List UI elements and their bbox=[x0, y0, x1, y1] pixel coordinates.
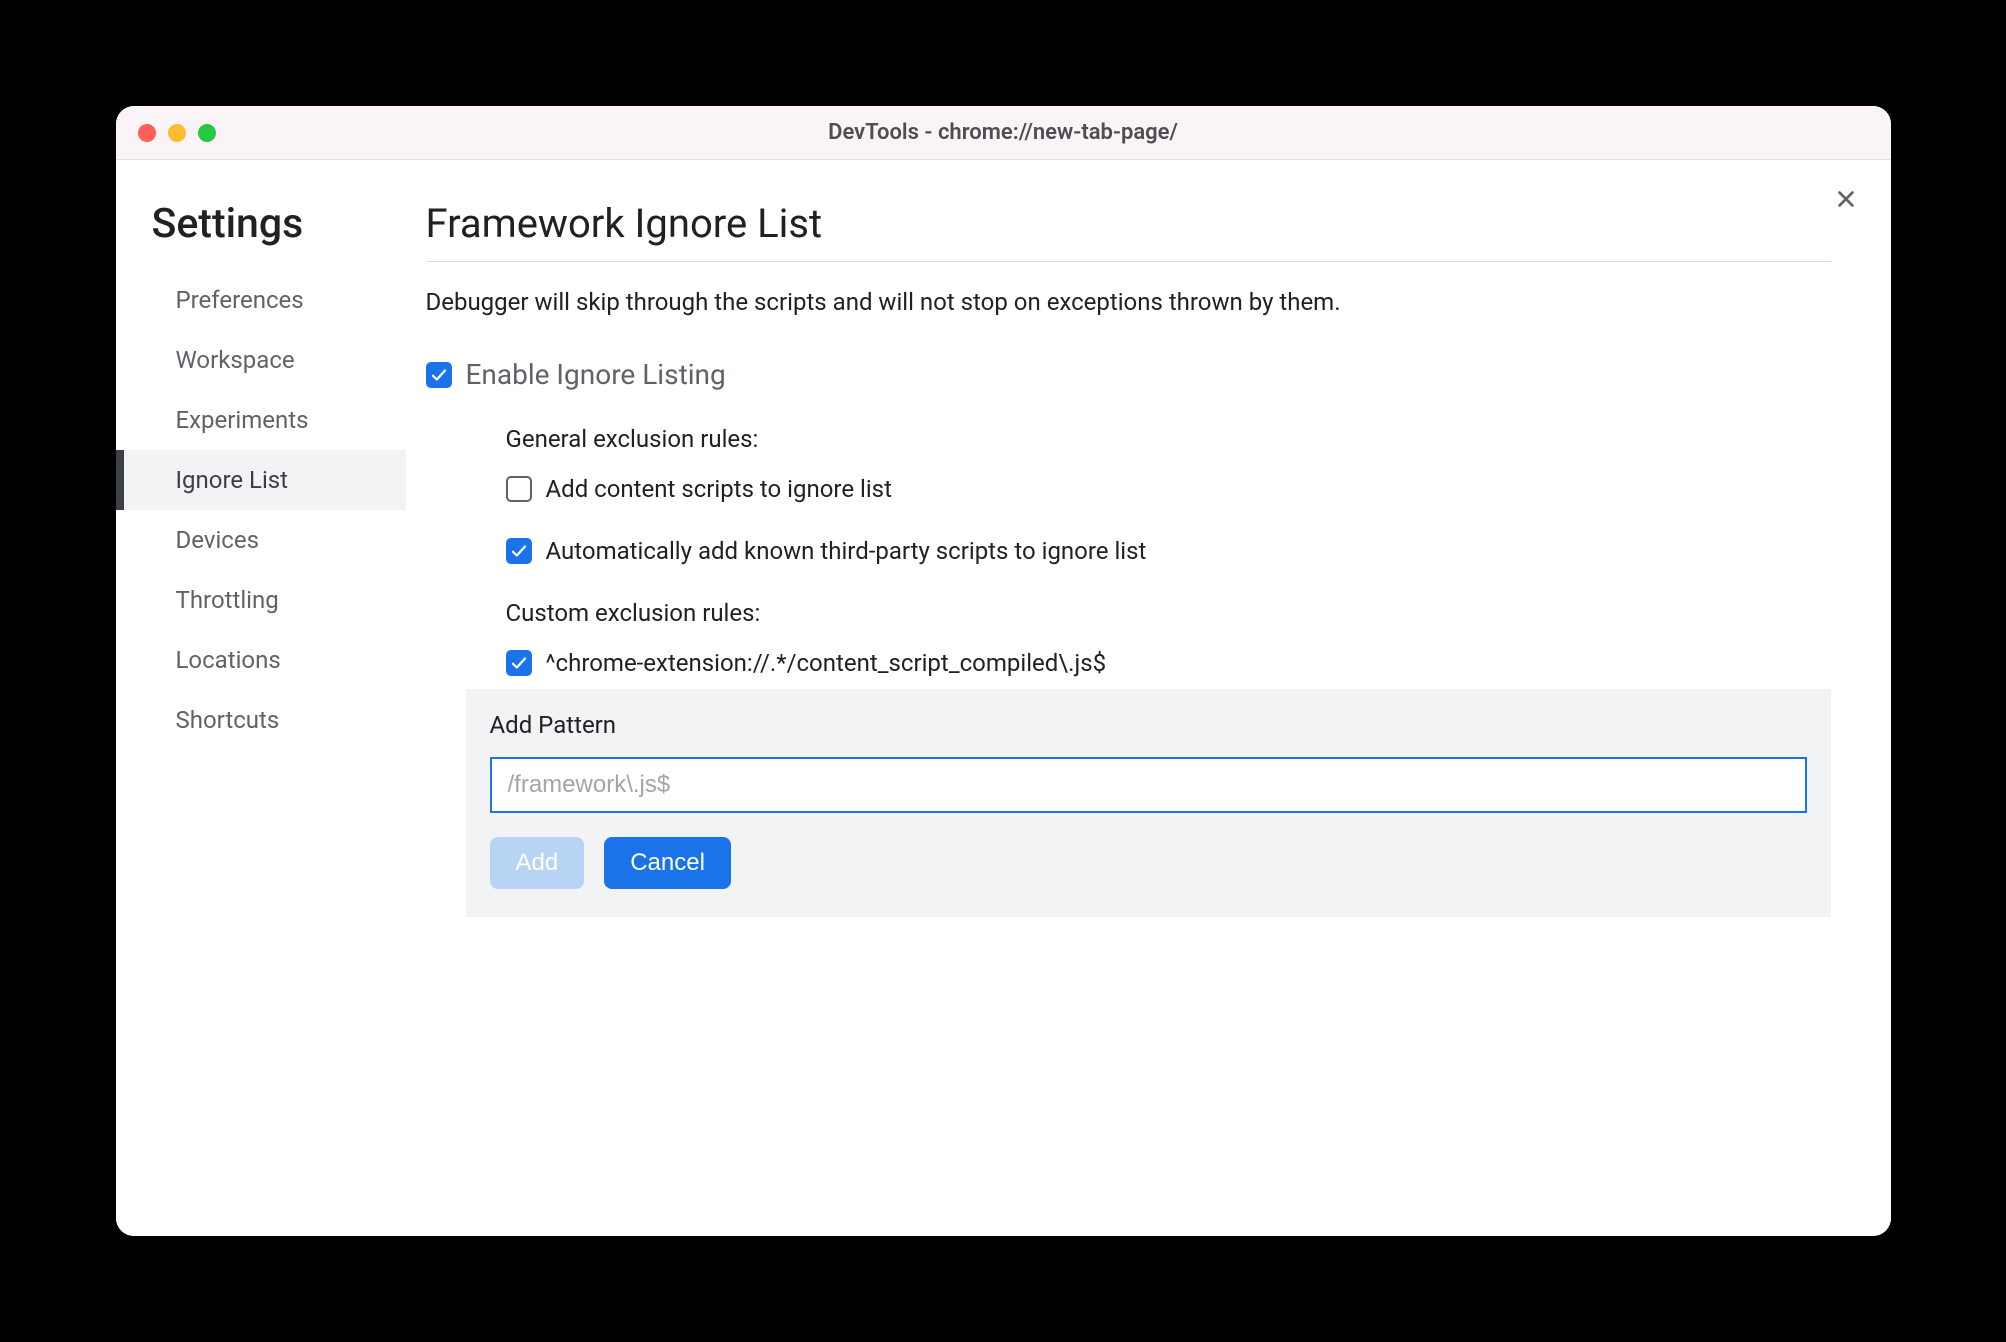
main-panel: Framework Ignore List Debugger will skip… bbox=[406, 160, 1891, 1236]
auto-third-party-row[interactable]: Automatically add known third-party scri… bbox=[506, 537, 1831, 565]
zoom-window-icon[interactable] bbox=[198, 124, 216, 142]
page-title: Framework Ignore List bbox=[426, 200, 1831, 262]
custom-rule-0-label: ^chrome-extension://.*/content_script_co… bbox=[546, 649, 1107, 677]
add-pattern-title: Add Pattern bbox=[490, 711, 1807, 739]
enable-ignore-listing-row[interactable]: Enable Ignore Listing bbox=[426, 358, 1831, 391]
add-button[interactable]: Add bbox=[490, 837, 585, 889]
window-title: DevTools - chrome://new-tab-page/ bbox=[116, 120, 1891, 145]
page-description: Debugger will skip through the scripts a… bbox=[426, 288, 1831, 316]
sidebar-item-workspace[interactable]: Workspace bbox=[116, 330, 406, 390]
custom-rule-0-checkbox[interactable] bbox=[506, 650, 532, 676]
sidebar-item-locations[interactable]: Locations bbox=[116, 630, 406, 690]
window-body: Settings Preferences Workspace Experimen… bbox=[116, 160, 1891, 1236]
traffic-lights bbox=[116, 124, 216, 142]
titlebar: DevTools - chrome://new-tab-page/ bbox=[116, 106, 1891, 160]
add-pattern-block: Add Pattern Add Cancel bbox=[466, 689, 1831, 917]
sidebar-item-experiments[interactable]: Experiments bbox=[116, 390, 406, 450]
custom-exclusion-section: Custom exclusion rules: ^chrome-extensio… bbox=[426, 599, 1831, 677]
enable-ignore-listing-label: Enable Ignore Listing bbox=[466, 358, 726, 391]
enable-ignore-listing-checkbox[interactable] bbox=[426, 362, 452, 388]
add-pattern-input[interactable] bbox=[490, 757, 1807, 813]
add-pattern-buttons: Add Cancel bbox=[490, 837, 1807, 889]
sidebar-title: Settings bbox=[148, 200, 406, 248]
auto-third-party-label: Automatically add known third-party scri… bbox=[546, 537, 1147, 565]
custom-rule-0-row[interactable]: ^chrome-extension://.*/content_script_co… bbox=[506, 649, 1831, 677]
cancel-button[interactable]: Cancel bbox=[604, 837, 731, 889]
settings-sidebar: Settings Preferences Workspace Experimen… bbox=[116, 160, 406, 1236]
close-window-icon[interactable] bbox=[138, 124, 156, 142]
auto-third-party-checkbox[interactable] bbox=[506, 538, 532, 564]
custom-exclusion-label: Custom exclusion rules: bbox=[506, 599, 1831, 627]
sidebar-item-preferences[interactable]: Preferences bbox=[116, 270, 406, 330]
minimize-window-icon[interactable] bbox=[168, 124, 186, 142]
devtools-window: DevTools - chrome://new-tab-page/ Settin… bbox=[116, 106, 1891, 1236]
add-content-scripts-label: Add content scripts to ignore list bbox=[546, 475, 892, 503]
sidebar-item-throttling[interactable]: Throttling bbox=[116, 570, 406, 630]
close-icon[interactable] bbox=[1829, 182, 1863, 216]
add-content-scripts-row[interactable]: Add content scripts to ignore list bbox=[506, 475, 1831, 503]
sidebar-item-devices[interactable]: Devices bbox=[116, 510, 406, 570]
sidebar-item-shortcuts[interactable]: Shortcuts bbox=[116, 690, 406, 750]
general-exclusion-label: General exclusion rules: bbox=[506, 425, 1831, 453]
general-exclusion-section: General exclusion rules: Add content scr… bbox=[426, 425, 1831, 565]
sidebar-item-ignore-list[interactable]: Ignore List bbox=[116, 450, 406, 510]
add-content-scripts-checkbox[interactable] bbox=[506, 476, 532, 502]
